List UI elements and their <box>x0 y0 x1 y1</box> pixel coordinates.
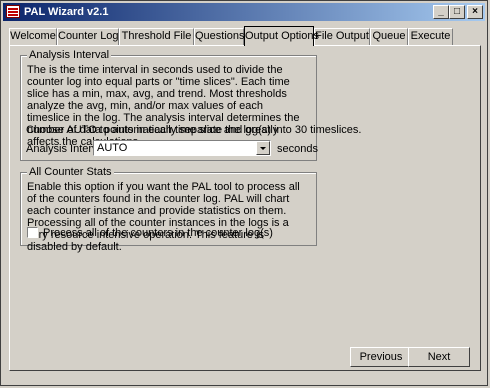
window-title: PAL Wizard v2.1 <box>24 6 109 18</box>
tab-execute[interactable]: Execute <box>408 28 453 45</box>
previous-button[interactable]: Previous <box>350 347 412 367</box>
tab-queue[interactable]: Queue <box>370 28 408 45</box>
tab-welcome[interactable]: Welcome <box>9 28 57 45</box>
analysis-interval-value: AUTO <box>97 142 128 154</box>
tab-output-options[interactable]: Output Options <box>244 26 319 46</box>
tab-counter-log[interactable]: Counter Log <box>57 28 119 45</box>
analysis-interval-auto-note: Choose AUTO to automatically separate th… <box>26 124 362 136</box>
tab-threshold-file[interactable]: Threshold File <box>119 28 194 45</box>
close-button[interactable]: × <box>467 5 483 19</box>
minimize-button[interactable]: _ <box>433 5 449 19</box>
all-counter-stats-legend: All Counter Stats <box>27 166 114 178</box>
app-icon <box>6 5 20 18</box>
analysis-interval-select[interactable]: AUTO <box>93 140 271 156</box>
next-button[interactable]: Next <box>408 347 470 367</box>
title-bar[interactable]: PAL Wizard v2.1 _ □ × <box>3 3 485 21</box>
tab-questions[interactable]: Questions <box>194 28 245 45</box>
tab-strip: Welcome Counter Log Threshold File Quest… <box>9 26 479 46</box>
analysis-interval-unit: seconds <box>277 143 318 155</box>
tab-file-output[interactable]: File Output <box>314 28 370 45</box>
maximize-button[interactable]: □ <box>449 5 465 19</box>
analysis-interval-legend: Analysis Interval <box>27 49 112 61</box>
process-all-counters-checkbox[interactable] <box>27 227 38 238</box>
process-all-counters-label[interactable]: Process all of the counters in the count… <box>43 227 273 239</box>
chevron-down-icon[interactable] <box>256 141 270 155</box>
all-counter-stats-description: Enable this option if you want the PAL t… <box>27 181 300 253</box>
pal-wizard-window: PAL Wizard v2.1 _ □ × Welcome Counter Lo… <box>0 0 488 386</box>
